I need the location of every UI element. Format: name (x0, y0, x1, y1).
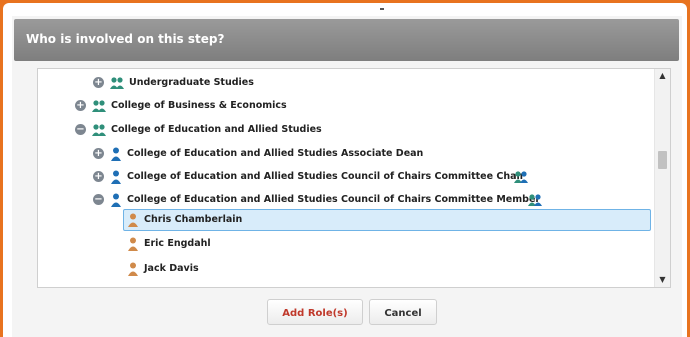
role-person-icon (109, 169, 123, 193)
role-person-icon (109, 192, 123, 216)
role-tree[interactable]: + Undergraduate Studies + College of Bus… (37, 68, 671, 288)
expand-icon[interactable]: + (93, 77, 104, 88)
expand-icon[interactable]: + (93, 148, 104, 159)
dialog-titlebar: Who is involved on this step? (14, 19, 679, 61)
collapse-icon[interactable]: − (75, 124, 86, 135)
group-icon (91, 98, 107, 122)
expand-icon[interactable]: + (75, 100, 86, 111)
tree-node-label: Jack Davis (144, 263, 199, 274)
user-icon (126, 261, 140, 285)
user-icon (126, 212, 140, 236)
expand-icon[interactable]: + (93, 171, 104, 182)
cancel-button[interactable]: Cancel (369, 299, 437, 325)
tree-scrollbar[interactable]: ▲ ▼ (654, 69, 670, 287)
group-icon (91, 122, 107, 146)
tree-node-label: College of Education and Allied Studies … (127, 194, 541, 205)
drag-handle (380, 8, 384, 10)
tree-node-label: Chris Chamberlain (144, 214, 243, 225)
tree-node-label: Undergraduate Studies (129, 77, 254, 88)
scroll-down-icon[interactable]: ▼ (655, 273, 670, 287)
tree-node-label: College of Education and Allied Studies … (127, 148, 424, 159)
tree-node-label: College of Education and Allied Studies (111, 124, 322, 135)
collapse-icon[interactable]: − (93, 194, 104, 205)
dialog-title: Who is involved on this step? (26, 32, 225, 46)
group-icon (527, 192, 543, 216)
scroll-up-icon[interactable]: ▲ (655, 69, 670, 83)
role-person-icon (109, 146, 123, 170)
tree-node-label: College of Business & Economics (111, 100, 287, 111)
add-roles-button[interactable]: Add Role(s) (267, 299, 363, 325)
user-icon (126, 236, 140, 260)
tree-node-label: Eric Engdahl (144, 238, 211, 249)
tree-node-label: College of Education and Allied Studies … (127, 171, 525, 182)
scrollbar-thumb[interactable] (658, 151, 667, 169)
